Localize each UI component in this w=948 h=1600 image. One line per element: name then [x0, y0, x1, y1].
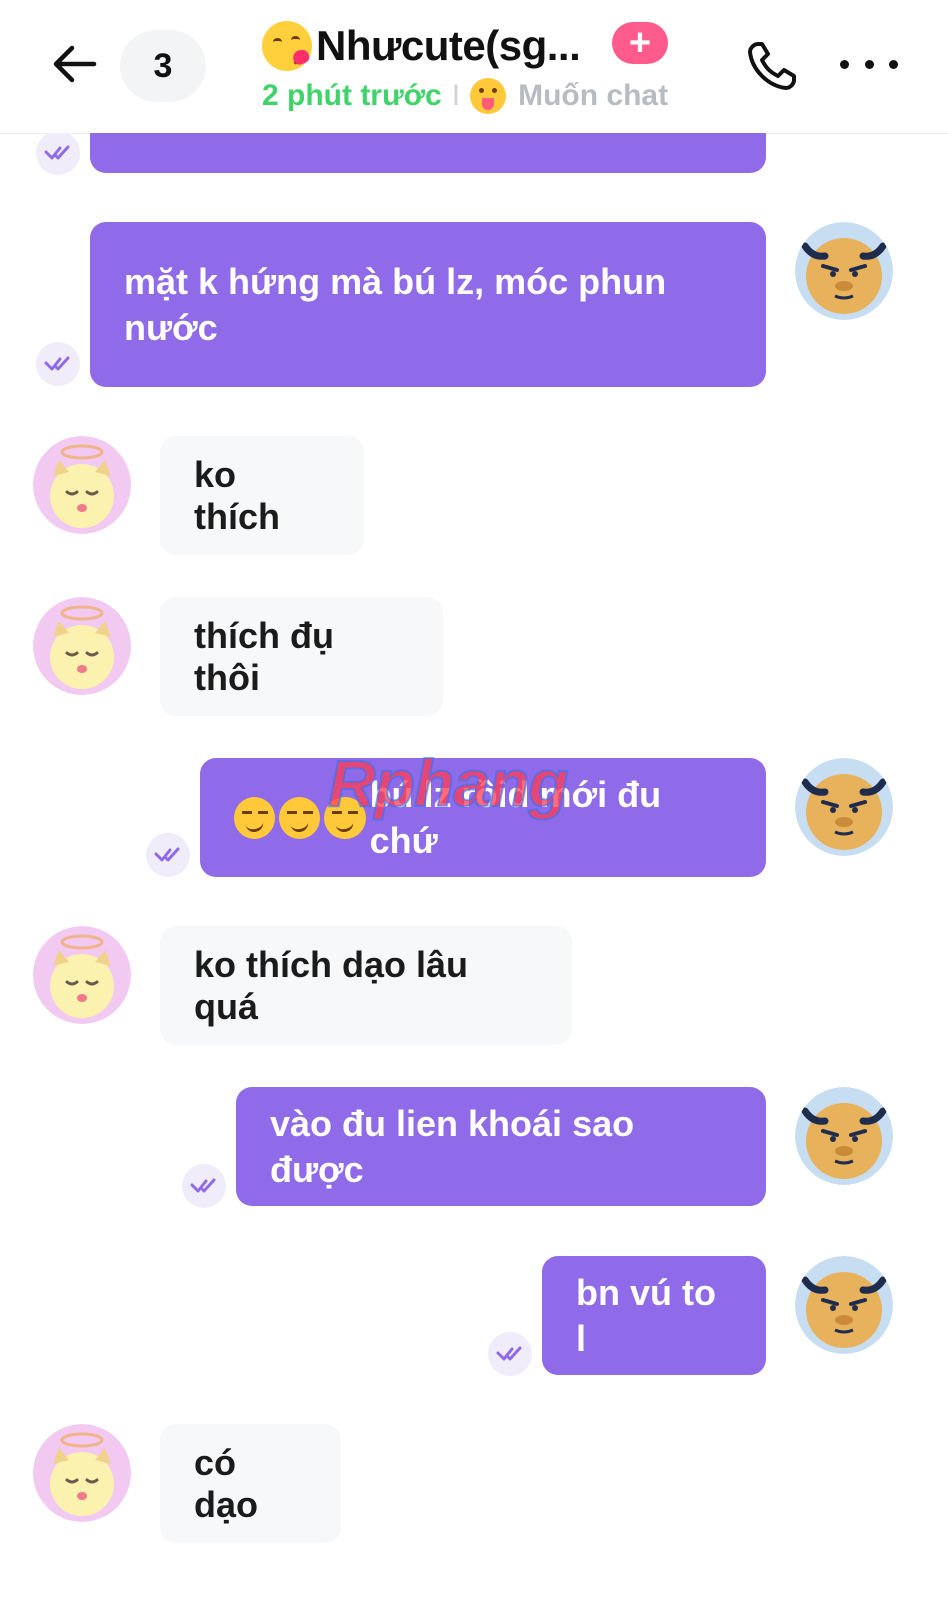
message-list[interactable]: mặt k hứng mà bú lz, móc phun nước ko th… — [0, 133, 948, 1600]
message-text: ko thích — [194, 453, 280, 537]
more-dots-icon[interactable] — [840, 44, 898, 84]
unread-count-badge[interactable]: 3 — [120, 30, 206, 102]
seen-check-icon — [146, 833, 190, 877]
chat-header: 3 Nhưcute(sg... + 2 phút trước I Muốn ch… — [0, 0, 948, 134]
seen-check-icon — [182, 1164, 226, 1208]
tongue-emoji-icon — [470, 78, 507, 114]
mood-status-text: Muốn chat — [518, 79, 669, 112]
kissing-heart-emoji-icon — [262, 21, 312, 71]
message-bubble-incoming[interactable]: ko thích dạo lâu quá — [160, 926, 572, 1045]
my-avatar-bull-icon[interactable] — [795, 1087, 893, 1185]
phone-icon[interactable] — [744, 38, 800, 94]
last-seen-text: 2 phút trước — [262, 79, 442, 112]
message-text: mặt k hứng mà bú lz, móc phun nước — [124, 260, 667, 348]
smirk-emoji-icon — [234, 796, 276, 839]
message-bubble-outgoing[interactable] — [90, 133, 766, 173]
my-avatar-bull-icon[interactable] — [795, 1256, 893, 1354]
contact-avatar-icon[interactable] — [33, 926, 131, 1024]
watermark-logo: Rphang — [327, 745, 570, 821]
my-avatar-bull-icon[interactable] — [795, 222, 893, 320]
message-bubble-outgoing[interactable]: mặt k hứng mà bú lz, móc phun nước — [90, 222, 766, 387]
contact-status-row: 2 phút trước I Muốn chat — [262, 76, 668, 116]
message-bubble-incoming[interactable]: thích đụ thôi — [160, 597, 443, 716]
my-avatar-bull-icon[interactable] — [795, 758, 893, 856]
message-text: thích đụ thôi — [194, 614, 334, 698]
message-text: vào đu lien khoái sao được — [270, 1102, 635, 1190]
contact-name[interactable]: Nhưcute(sg... — [316, 22, 581, 70]
add-friend-button[interactable]: + — [612, 22, 668, 64]
contact-title-row[interactable]: Nhưcute(sg... — [262, 16, 581, 76]
message-bubble-incoming[interactable]: ko thích — [160, 436, 364, 555]
contact-avatar-icon[interactable] — [33, 597, 131, 695]
back-arrow-icon[interactable] — [48, 36, 104, 92]
message-bubble-outgoing[interactable]: vào đu lien khoái sao được — [236, 1087, 766, 1206]
seen-check-icon — [36, 133, 80, 175]
smirk-emoji-icon — [279, 796, 321, 839]
seen-check-icon — [36, 342, 80, 386]
message-bubble-outgoing[interactable]: bn vú to l — [542, 1256, 766, 1375]
message-text: có dạo — [194, 1441, 259, 1525]
contact-avatar-icon[interactable] — [33, 1424, 131, 1522]
message-text: ko thích dạo lâu quá — [194, 943, 469, 1027]
seen-check-icon — [488, 1332, 532, 1376]
status-separator: I — [451, 79, 461, 112]
contact-avatar-icon[interactable] — [33, 436, 131, 534]
message-text: bn vú to l — [576, 1271, 716, 1359]
message-bubble-incoming[interactable]: có dạo — [160, 1424, 341, 1543]
